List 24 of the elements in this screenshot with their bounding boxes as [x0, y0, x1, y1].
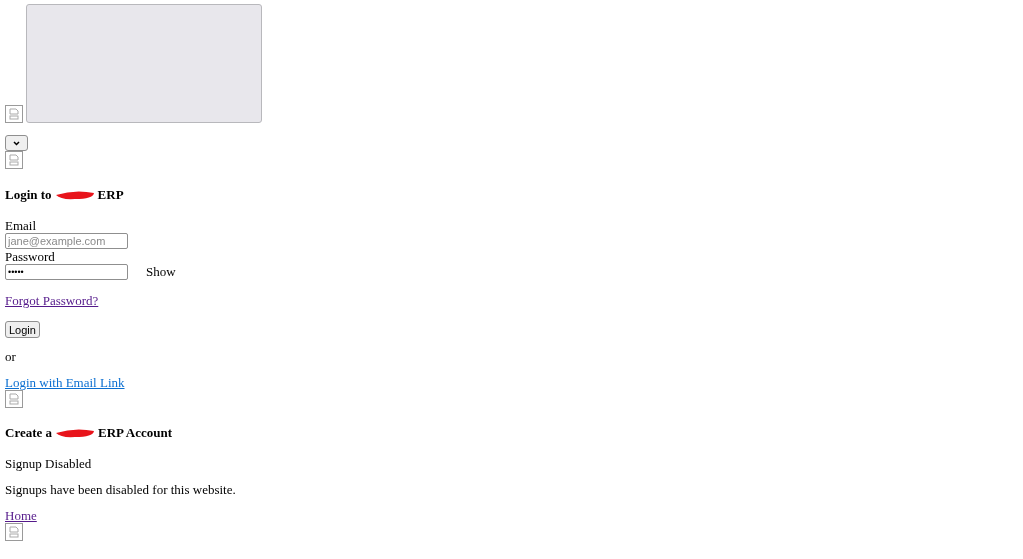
- redaction-mark: [55, 427, 96, 439]
- home-link[interactable]: Home: [5, 508, 37, 523]
- separator-text: or: [5, 349, 17, 364]
- dropdown[interactable]: [5, 135, 28, 151]
- forgot-password-link[interactable]: Forgot Password?: [5, 293, 99, 308]
- email-field[interactable]: jane@example.com: [5, 233, 128, 249]
- login-button[interactable]: Login: [5, 321, 40, 338]
- redaction-mark: [54, 189, 95, 201]
- show-password-toggle[interactable]: Show: [146, 264, 176, 280]
- heading-text: Login to: [5, 187, 52, 203]
- heading-text: ERP Account: [98, 425, 173, 441]
- broken-image-icon: [5, 151, 23, 169]
- status-text: Signup Disabled: [5, 456, 93, 471]
- message-text: Signups have been disabled for this website.: [5, 482, 237, 497]
- heading-text: ERP: [97, 187, 124, 203]
- broken-image-icon: [5, 105, 23, 123]
- heading-text: Create a: [5, 425, 53, 441]
- broken-image-icon: [5, 390, 23, 408]
- password-field[interactable]: •••••: [5, 264, 128, 280]
- field-label: Password: [5, 249, 56, 264]
- field-label: Email: [5, 218, 38, 233]
- broken-image-icon: [5, 523, 23, 541]
- chevron-down-icon: [13, 140, 20, 146]
- email-link-login-link[interactable]: Login with Email Link: [5, 375, 125, 390]
